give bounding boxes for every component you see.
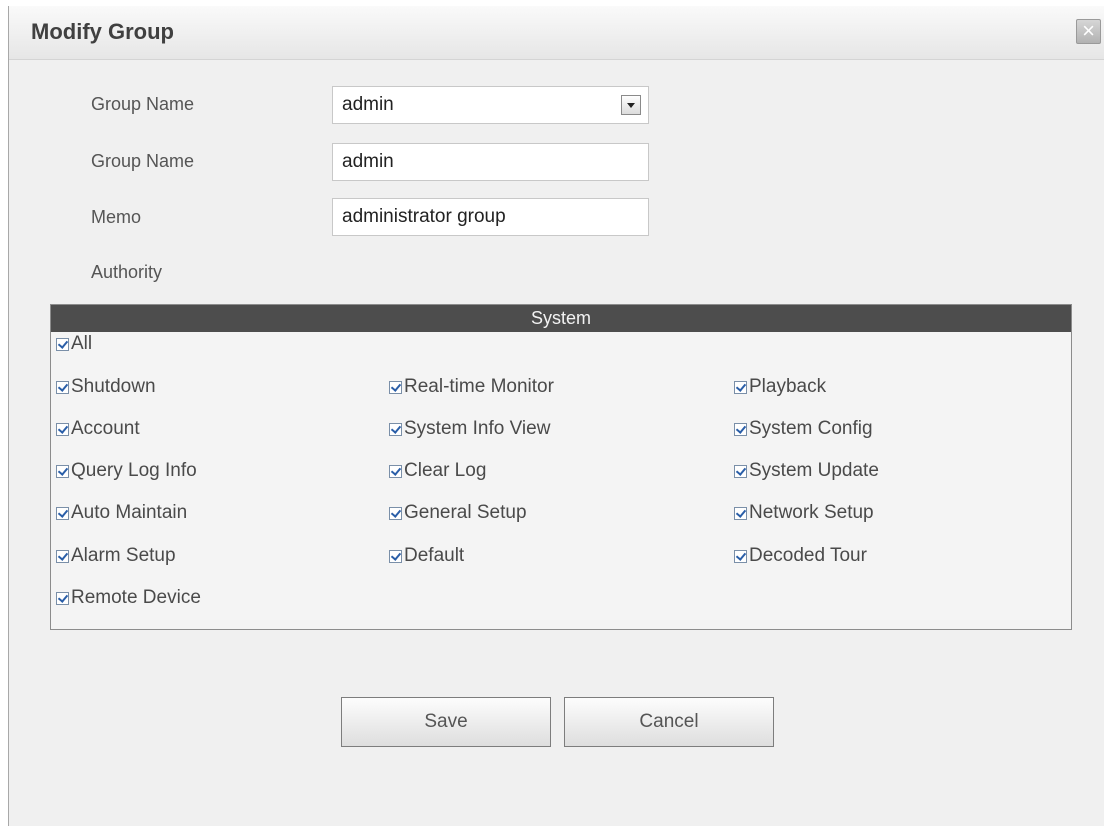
permission-label: Clear Log [404,460,487,481]
permission-label: Decoded Tour [749,545,867,566]
checkbox-icon[interactable] [734,422,747,436]
permission-label: System Config [749,418,873,439]
permission-label: Playback [749,376,827,397]
checkbox-icon[interactable] [56,506,69,520]
group-select-value: admin [342,94,394,115]
close-button[interactable]: × [1076,19,1101,44]
checkbox-icon[interactable] [56,549,69,563]
permission-label: System Update [749,460,879,481]
group-select-dropdown[interactable]: admin [332,86,649,124]
memo-input[interactable]: administrator group [332,198,649,236]
permission-label: Auto Maintain [71,502,188,523]
authority-label: Authority [91,262,163,282]
checkbox-icon[interactable] [389,422,402,436]
permission-label: Network Setup [749,502,874,523]
permission-clear-log[interactable]: Clear Log [389,460,486,482]
memo-label: Memo [91,207,142,227]
permission-decoded-tour[interactable]: Decoded Tour [734,545,867,567]
checkbox-icon[interactable] [389,464,402,478]
permission-default[interactable]: Default [389,545,464,567]
permission-label: Real-time Monitor [404,376,554,397]
permission-network-setup[interactable]: Network Setup [734,502,874,524]
checkbox-icon[interactable] [56,464,69,478]
permission-label: Alarm Setup [71,545,176,566]
checkbox-icon[interactable] [734,506,747,520]
permission-all[interactable]: All [56,333,92,355]
modify-group-dialog: Modify Group × Group Name admin Group Na… [8,6,1104,826]
permission-label: Default [404,545,465,566]
cancel-button[interactable]: Cancel [564,697,774,747]
permission-label: General Setup [404,502,527,523]
memo-value: administrator group [342,206,506,227]
permission-label: Query Log Info [71,460,197,481]
permission-label: Account [71,418,140,439]
checkbox-icon[interactable] [389,506,402,520]
group-name-input[interactable]: admin [332,143,649,181]
permission-account[interactable]: Account [56,418,140,440]
group-name-value: admin [342,151,394,172]
permission-system-info-view[interactable]: System Info View [389,418,550,440]
close-icon: × [1082,18,1095,43]
checkbox-icon[interactable] [56,422,69,436]
checkbox-icon[interactable] [56,337,69,351]
checkbox-icon[interactable] [56,591,69,605]
checkbox-icon[interactable] [734,549,747,563]
dialog-titlebar: Modify Group × [9,6,1104,60]
permission-remote-device[interactable]: Remote Device [56,587,201,609]
checkbox-icon[interactable] [56,380,69,394]
checkbox-icon[interactable] [389,549,402,563]
checkbox-icon[interactable] [389,380,402,394]
permission-system-update[interactable]: System Update [734,460,879,482]
group-name-label: Group Name [91,151,195,171]
checkbox-icon[interactable] [734,380,747,394]
permission-query-log-info[interactable]: Query Log Info [56,460,197,482]
permission-label: Remote Device [71,587,201,608]
permission-general-setup[interactable]: General Setup [389,502,527,524]
dialog-title: Modify Group [31,19,174,44]
chevron-down-icon[interactable] [621,95,641,115]
save-button[interactable]: Save [341,697,551,747]
checkbox-icon[interactable] [734,464,747,478]
permission-auto-maintain[interactable]: Auto Maintain [56,502,187,524]
permission-label: Shutdown [71,376,156,397]
permission-system-config[interactable]: System Config [734,418,873,440]
permission-real-time-monitor[interactable]: Real-time Monitor [389,376,554,398]
permission-shutdown[interactable]: Shutdown [56,376,156,398]
permissions-header: System [51,305,1071,332]
permissions-panel: System All Shutdown Real-time Monitor Playb… [50,304,1072,630]
permission-playback[interactable]: Playback [734,376,826,398]
permission-label: All [71,333,93,354]
permission-alarm-setup[interactable]: Alarm Setup [56,545,176,567]
group-select-label: Group Name [91,94,195,114]
permission-label: System Info View [404,418,551,439]
